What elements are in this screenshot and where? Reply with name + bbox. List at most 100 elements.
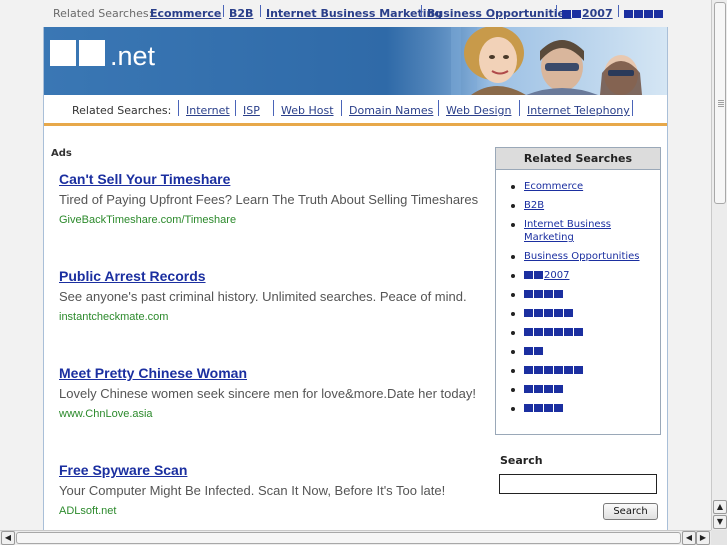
separator	[178, 100, 179, 116]
ad-item: Free Spyware Scan Your Computer Might Be…	[59, 462, 479, 517]
horizontal-scrollbar[interactable]: ◀ ◀ ▶	[0, 530, 711, 545]
glyph-block-icon	[544, 404, 553, 412]
glyph-block-icon	[574, 328, 583, 336]
top-link-more[interactable]	[624, 7, 664, 20]
glyph-block-icon	[564, 366, 573, 374]
glyph-block-icon	[524, 309, 533, 317]
glyph-block-icon	[534, 385, 543, 393]
top-related-searches: Related Searches: Ecommerce B2B Internet…	[0, 0, 711, 28]
glyph-block-icon	[524, 404, 533, 412]
ad-title-link[interactable]: Public Arrest Records	[59, 268, 479, 284]
scroll-up-button[interactable]: ▲	[713, 500, 727, 514]
glyph-block-icon	[554, 309, 563, 317]
scroll-left-button[interactable]: ◀	[1, 531, 15, 545]
sidebar-link-2007[interactable]: 2007	[524, 270, 569, 281]
nav-link-domain-names[interactable]: Domain Names	[349, 104, 433, 117]
top-link-2007[interactable]: 2007	[562, 7, 613, 20]
glyph-block-icon	[544, 309, 553, 317]
vertical-scroll-thumb[interactable]	[714, 2, 726, 204]
scrollbar-corner	[711, 530, 727, 545]
glyph-block-icon	[534, 404, 543, 412]
scroll-down-button[interactable]: ▼	[713, 515, 727, 529]
separator	[273, 100, 274, 116]
ad-description: Lovely Chinese women seek sincere men fo…	[59, 386, 476, 401]
glyph-block-icon	[544, 366, 553, 374]
sidebar-link-glyph[interactable]	[524, 289, 564, 300]
separator	[341, 100, 342, 116]
vertical-scrollbar[interactable]: ▲ ▼	[711, 0, 727, 530]
top-link-business-opportunities[interactable]: Business Opportunities	[427, 7, 572, 20]
top-link-b2b[interactable]: B2B	[229, 7, 253, 20]
scroll-right-button[interactable]: ▶	[696, 531, 710, 545]
top-link-internet-business-marketing[interactable]: Internet Business Marketing	[266, 7, 442, 20]
list-item	[511, 307, 660, 320]
nav-link-internet[interactable]: Internet	[186, 104, 230, 117]
sidebar-link-ecommerce[interactable]: Ecommerce	[524, 181, 583, 192]
sidebar-link-glyph[interactable]	[524, 308, 574, 319]
ad-description: Tired of Paying Upfront Fees? Learn The …	[59, 192, 479, 207]
sidebar-link-b2b[interactable]: B2B	[524, 200, 544, 211]
nav-link-internet-telephony[interactable]: Internet Telephony	[527, 104, 630, 117]
search-label: Search	[500, 454, 543, 467]
sidebar-link-glyph[interactable]	[524, 384, 564, 395]
list-item	[511, 383, 660, 396]
list-item	[511, 402, 660, 415]
glyph-block-icon	[644, 10, 653, 18]
glyph-block-icon	[564, 328, 573, 336]
logo-glyph-icon	[79, 40, 105, 66]
grip-line	[718, 100, 724, 101]
site-header: .net	[44, 27, 667, 95]
sidebar-link-internet-business-marketing[interactable]: Internet Business Marketing	[524, 219, 611, 243]
nav-related-searches: Related Searches: Internet ISP Web Host …	[44, 95, 667, 123]
header-photo	[416, 27, 667, 95]
horizontal-scroll-thumb[interactable]	[16, 532, 681, 544]
ad-title-link[interactable]: Meet Pretty Chinese Woman	[59, 365, 479, 381]
page-viewport: Related Searches: Ecommerce B2B Internet…	[0, 0, 711, 530]
glyph-block-icon	[524, 366, 533, 374]
sidebar-related-searches: Related Searches Ecommerce B2B Internet …	[495, 147, 661, 435]
ad-url[interactable]: instantcheckmate.com	[59, 311, 479, 323]
glyph-block-icon	[524, 385, 533, 393]
list-item	[511, 288, 660, 301]
sidebar-link-glyph[interactable]	[524, 403, 564, 414]
glyph-block-icon	[562, 10, 571, 18]
ad-url[interactable]: GiveBackTimeshare.com/Timeshare	[59, 214, 479, 226]
sidebar-link-2007-label: 2007	[544, 270, 570, 281]
ad-title-link[interactable]: Can't Sell Your Timeshare	[59, 171, 479, 187]
list-item: Business Opportunities	[511, 250, 660, 263]
list-item	[511, 364, 660, 377]
search-button[interactable]: Search	[603, 503, 658, 520]
sidebar-link-business-opportunities[interactable]: Business Opportunities	[524, 251, 640, 262]
ad-description: Your Computer Might Be Infected. Scan It…	[59, 483, 446, 498]
glyph-block-icon	[534, 309, 543, 317]
separator	[421, 5, 422, 17]
nav-link-web-host[interactable]: Web Host	[281, 104, 334, 117]
glyph-block-icon	[654, 10, 663, 18]
search-input[interactable]	[499, 474, 657, 494]
separator	[438, 100, 439, 116]
separator	[556, 5, 557, 17]
nav-link-isp[interactable]: ISP	[243, 104, 260, 117]
glyph-block-icon	[564, 309, 573, 317]
grip-line	[718, 104, 724, 105]
glyph-block-icon	[534, 328, 543, 336]
top-link-ecommerce[interactable]: Ecommerce	[150, 7, 221, 20]
sidebar-link-glyph[interactable]	[524, 365, 584, 376]
top-link-2007-label: 2007	[582, 7, 613, 20]
list-item: Internet Business Marketing	[511, 218, 660, 244]
sidebar-link-glyph[interactable]	[524, 327, 584, 338]
logo-glyph-icon	[50, 40, 76, 66]
scroll-left-button-secondary[interactable]: ◀	[682, 531, 696, 545]
list-item: Ecommerce	[511, 180, 660, 193]
list-item	[511, 345, 660, 358]
nav-related-label: Related Searches:	[72, 104, 172, 117]
separator	[632, 100, 633, 116]
ad-title-link[interactable]: Free Spyware Scan	[59, 462, 479, 478]
ad-description: See anyone's past criminal history. Unli…	[59, 289, 467, 304]
ad-url[interactable]: www.ChnLove.asia	[59, 408, 479, 420]
glyph-block-icon	[572, 10, 581, 18]
ad-url[interactable]: ADLsoft.net	[59, 505, 479, 517]
glyph-block-icon	[524, 271, 533, 279]
sidebar-link-glyph[interactable]	[524, 346, 544, 357]
nav-link-web-design[interactable]: Web Design	[446, 104, 511, 117]
